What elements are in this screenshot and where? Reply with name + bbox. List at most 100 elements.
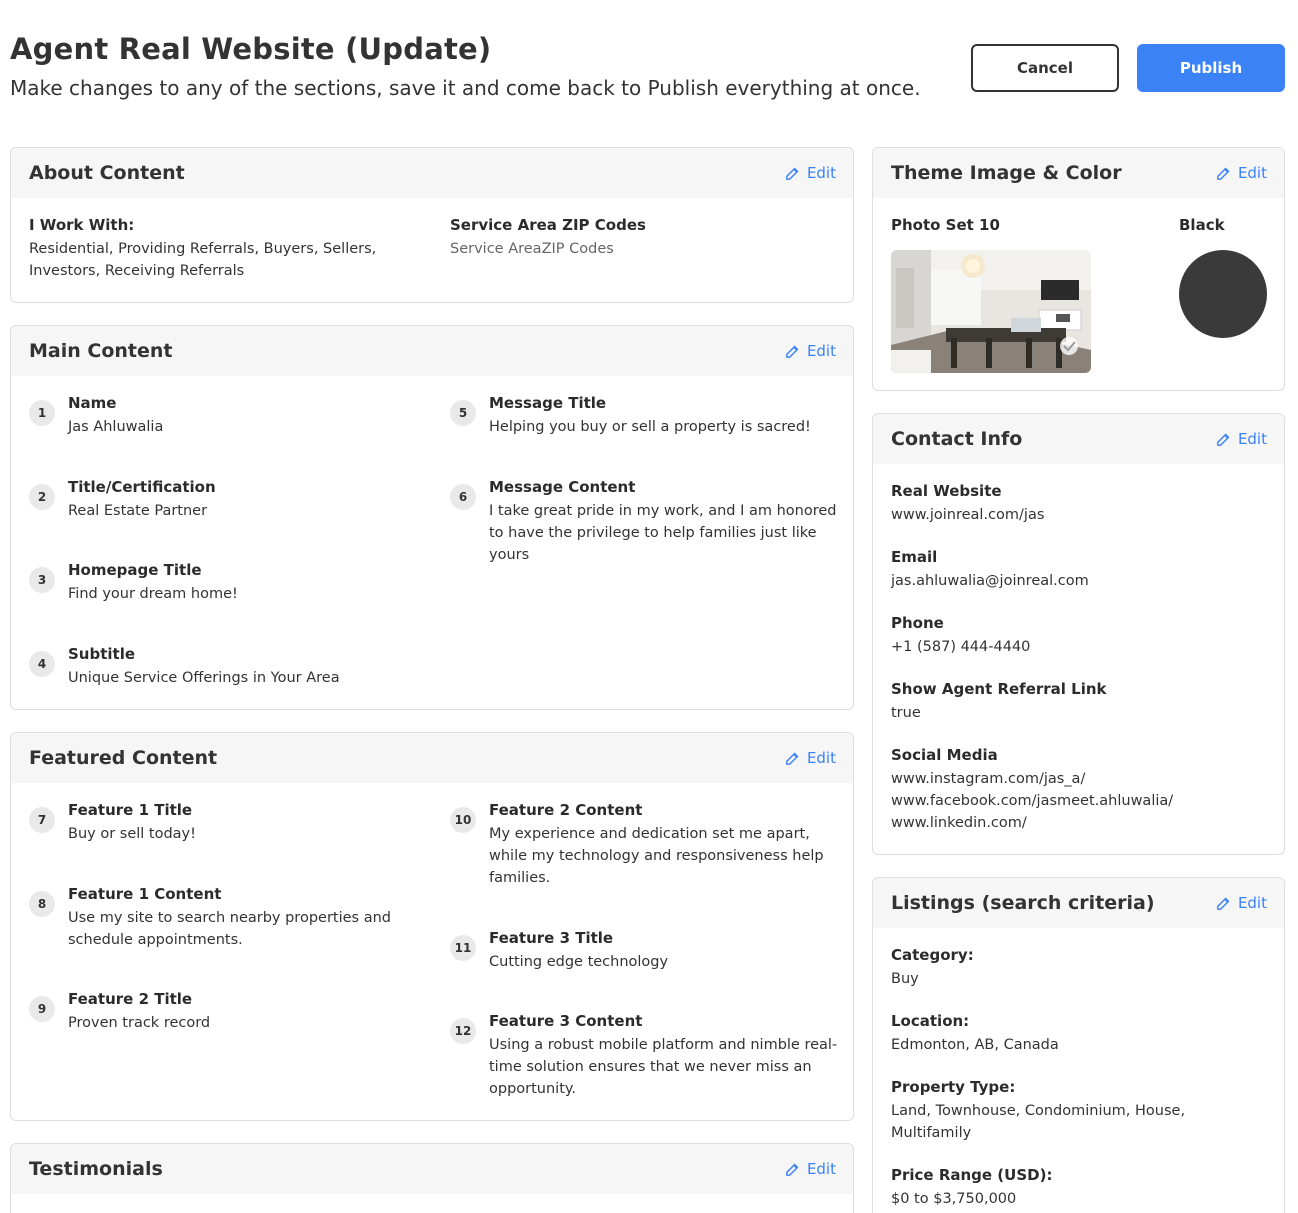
edit-label: Edit xyxy=(1237,430,1267,448)
work-with-label: I Work With: xyxy=(29,216,135,234)
photo-set-label: Photo Set 10 xyxy=(891,216,1000,234)
step-badge: 2 xyxy=(29,484,55,510)
field-label: Real Website xyxy=(891,482,1002,500)
edit-listings-button[interactable]: Edit xyxy=(1215,894,1267,912)
listings-header: Listings (search criteria) Edit xyxy=(873,878,1284,928)
pencil-icon xyxy=(786,752,799,765)
edit-label: Edit xyxy=(806,164,836,182)
list-item: 4 Subtitle Unique Service Offerings in Yo… xyxy=(29,645,429,689)
page-header: Agent Real Website (Update) Make changes… xyxy=(10,30,1290,110)
field-label: Feature 2 Title xyxy=(68,990,193,1008)
publish-button[interactable]: Publish xyxy=(1137,44,1285,92)
field-label: Email xyxy=(891,548,938,566)
field-value: Real Estate Partner xyxy=(68,503,208,519)
field-value: Cutting edge technology xyxy=(489,954,669,970)
field-value: Use my site to search nearby properties … xyxy=(68,910,391,948)
field-value: Unique Service Offerings in Your Area xyxy=(68,670,340,686)
step-badge: 4 xyxy=(29,651,55,677)
contact-info-card: Contact Info Edit Real Website www.joinr… xyxy=(872,413,1285,855)
about-content-header: About Content Edit xyxy=(11,148,853,198)
edit-featured-button[interactable]: Edit xyxy=(784,749,836,767)
page-title: Agent Real Website (Update) xyxy=(10,32,492,66)
field-label: Feature 3 Title xyxy=(489,929,614,947)
social-link: www.linkedin.com/ xyxy=(891,815,1027,831)
field-label: Message Content xyxy=(489,478,636,496)
main-content-card: Main Content Edit 1 Name Jas Ahluwalia 2 … xyxy=(10,325,854,710)
field-value: Helping you buy or sell a property is sa… xyxy=(489,419,811,435)
field-value: Jas Ahluwalia xyxy=(68,419,164,435)
work-with-value: Residential, Providing Referrals, Buyers… xyxy=(29,241,377,279)
card-title: Main Content xyxy=(29,340,173,362)
page-subtitle: Make changes to any of the sections, sav… xyxy=(10,76,921,100)
step-badge: 5 xyxy=(450,400,476,426)
field-value: +1 (587) 444-4440 xyxy=(891,639,1031,655)
interior-photo-image xyxy=(891,250,1091,373)
field-label: Homepage Title xyxy=(68,561,202,579)
pencil-icon xyxy=(1217,897,1230,910)
social-link: www.instagram.com/jas_a/ xyxy=(891,771,1086,787)
field-value: Edmonton, AB, Canada xyxy=(891,1037,1059,1053)
field-value: $0 to $3,750,000 xyxy=(891,1191,1017,1207)
step-badge: 1 xyxy=(29,400,55,426)
theme-header: Theme Image & Color Edit xyxy=(873,148,1284,198)
field-label: Name xyxy=(68,394,117,412)
field-value: Find your dream home! xyxy=(68,586,238,602)
list-item: 12 Feature 3 Content Using a robust mobil… xyxy=(450,1012,840,1100)
list-item: 8 Feature 1 Content Use my site to search… xyxy=(29,885,429,951)
theme-card: Theme Image & Color Edit Photo Set 10 Bl… xyxy=(872,147,1285,391)
field-label: Show Agent Referral Link xyxy=(891,680,1107,698)
card-title: Featured Content xyxy=(29,747,218,769)
field-label: Phone xyxy=(891,614,944,632)
edit-main-button[interactable]: Edit xyxy=(784,342,836,360)
step-badge: 12 xyxy=(450,1018,476,1044)
list-item: 10 Feature 2 Content My experience and de… xyxy=(450,801,840,889)
card-title: Contact Info xyxy=(891,428,1023,450)
step-badge: 11 xyxy=(450,935,476,961)
field-value: Buy or sell today! xyxy=(68,826,196,842)
list-item: 7 Feature 1 Title Buy or sell today! xyxy=(29,801,429,845)
edit-label: Edit xyxy=(1237,894,1267,912)
list-item: 5 Message Title Helping you buy or sell a… xyxy=(450,394,840,438)
main-content-header: Main Content Edit xyxy=(11,326,853,376)
pencil-icon xyxy=(786,1163,799,1176)
list-item: 6 Message Content I take great pride in m… xyxy=(450,478,840,566)
featured-content-header: Featured Content Edit xyxy=(11,733,853,783)
field-value: Using a robust mobile platform and nimbl… xyxy=(489,1037,838,1097)
edit-about-button[interactable]: Edit xyxy=(784,164,836,182)
zip-codes-value: Service AreaZIP Codes xyxy=(450,241,614,257)
field-value: Proven track record xyxy=(68,1015,211,1031)
pencil-icon xyxy=(1217,433,1230,446)
field-value: Buy xyxy=(891,971,919,987)
color-swatch[interactable] xyxy=(1179,250,1267,338)
pencil-icon xyxy=(1217,167,1230,180)
pencil-icon xyxy=(786,345,799,358)
step-badge: 6 xyxy=(450,484,476,510)
field-label: Message Title xyxy=(489,394,607,412)
list-item: 1 Name Jas Ahluwalia xyxy=(29,394,429,438)
featured-content-card: Featured Content Edit 7 Feature 1 Title B… xyxy=(10,732,854,1121)
testimonials-header: Testimonials Edit xyxy=(11,1144,853,1194)
field-value: true xyxy=(891,705,921,721)
edit-contact-button[interactable]: Edit xyxy=(1215,430,1267,448)
list-item: 11 Feature 3 Title Cutting edge technolog… xyxy=(450,929,840,973)
edit-theme-button[interactable]: Edit xyxy=(1215,164,1267,182)
edit-label: Edit xyxy=(806,342,836,360)
pencil-icon xyxy=(786,167,799,180)
edit-label: Edit xyxy=(806,1160,836,1178)
cancel-button[interactable]: Cancel xyxy=(971,44,1119,92)
list-item: 9 Feature 2 Title Proven track record xyxy=(29,990,429,1034)
card-title: Theme Image & Color xyxy=(891,162,1122,184)
step-badge: 10 xyxy=(450,807,476,833)
card-title: Listings (search criteria) xyxy=(891,892,1155,914)
edit-label: Edit xyxy=(1237,164,1267,182)
edit-testimonials-button[interactable]: Edit xyxy=(784,1160,836,1178)
field-label: Feature 3 Content xyxy=(489,1012,643,1030)
field-label: Location: xyxy=(891,1012,970,1030)
color-label: Black xyxy=(1179,216,1225,234)
list-item: 2 Title/Certification Real Estate Partner xyxy=(29,478,429,522)
field-label: Feature 1 Content xyxy=(68,885,222,903)
about-content-card: About Content Edit I Work With: Resident… xyxy=(10,147,854,303)
card-title: About Content xyxy=(29,162,185,184)
theme-photo[interactable] xyxy=(891,250,1091,373)
listings-card: Listings (search criteria) Edit Category… xyxy=(872,877,1285,1213)
